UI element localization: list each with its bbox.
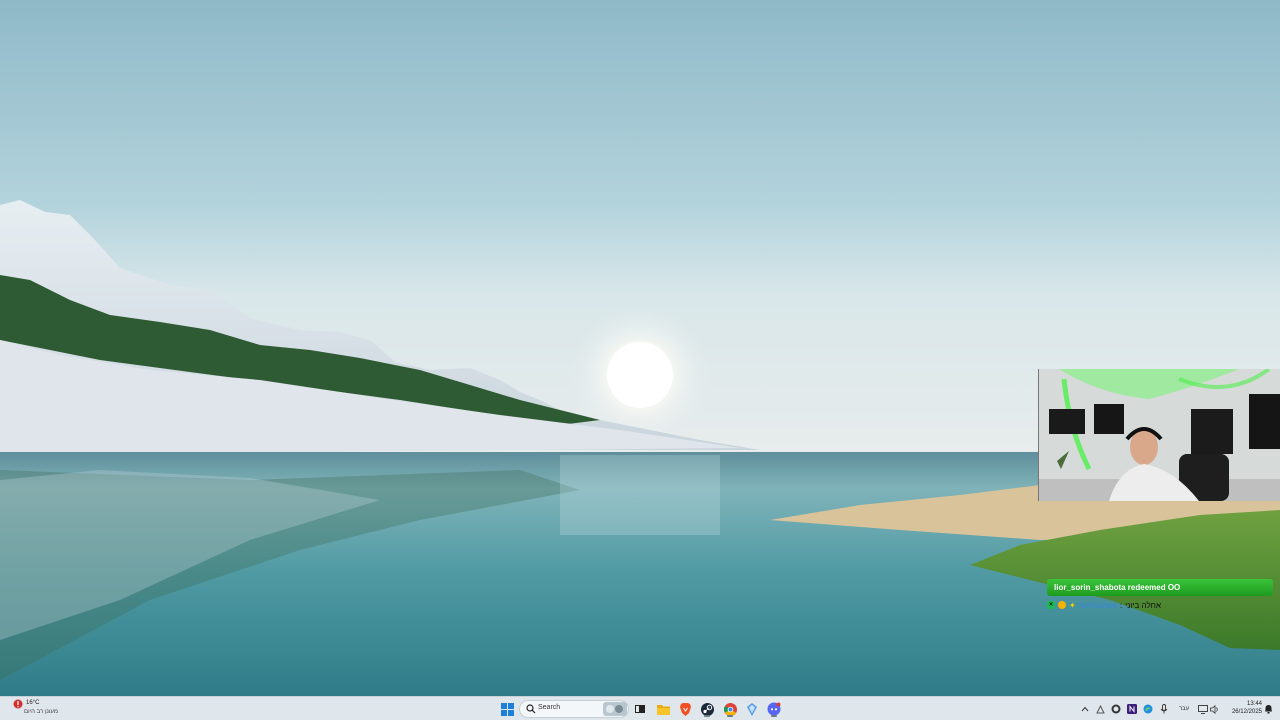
microphone-icon (1160, 704, 1168, 714)
weather-temperature: 16°C (26, 700, 40, 706)
keyboard-language-button[interactable]: עבר (1174, 700, 1194, 718)
tray-app-4[interactable] (1142, 700, 1154, 718)
windows-logo-icon (500, 702, 514, 716)
weather-widget[interactable]: 16°C מעונן רב היום (10, 698, 80, 720)
weather-alert-icon (13, 699, 23, 709)
steam-running-indicator (704, 715, 710, 717)
edge-icon (1143, 704, 1153, 714)
tray-app-2[interactable] (1110, 700, 1122, 718)
microphone-button[interactable] (1158, 700, 1170, 718)
keyboard-language-label: עבר (1178, 706, 1190, 712)
volume-button[interactable] (1209, 700, 1221, 718)
clock[interactable]: 13:44 26/12/2025 (1222, 700, 1262, 716)
app-tray-icon (1095, 704, 1105, 713)
search-highlight-image (603, 702, 627, 716)
discord-running-indicator (771, 715, 777, 717)
notifications-button[interactable] (1262, 700, 1274, 718)
chat-username: NetGames (1078, 600, 1117, 610)
network-monitor-icon (1198, 704, 1208, 714)
discord-icon (767, 702, 781, 716)
brave-browser-button[interactable] (677, 701, 693, 717)
notification-bell-icon (1264, 705, 1272, 714)
onenote-icon (1127, 704, 1137, 714)
start-button[interactable] (499, 701, 515, 717)
taskbar: 16°C מעונן רב היום Search עבר 13:44 26/1… (0, 696, 1280, 720)
task-view-button[interactable] (632, 701, 648, 717)
clock-date: 26/12/2025 (1231, 709, 1262, 715)
taskbar-search-box[interactable]: Search (519, 700, 629, 718)
chat-separator: : (1119, 600, 1123, 610)
chat-message: ✕ ✦ NetGames : אחלה ביוני (1047, 599, 1161, 611)
star-badge-icon: ✦ (1069, 600, 1076, 610)
copilot-button[interactable] (744, 701, 760, 717)
show-hidden-icons-button[interactable] (1079, 700, 1091, 718)
tray-app-3[interactable] (1126, 700, 1138, 718)
moderator-badge-icon: ✕ (1047, 601, 1055, 609)
weather-description: מעונן רב היום (24, 709, 58, 715)
obs-icon (1111, 704, 1121, 714)
search-placeholder: Search (538, 704, 561, 711)
brave-browser-icon (679, 702, 691, 716)
task-view-icon (635, 705, 645, 713)
discord-button[interactable] (766, 701, 782, 717)
speaker-icon (1210, 704, 1218, 714)
webcam-overlay (1038, 369, 1280, 501)
file-explorer-icon (656, 704, 670, 715)
network-button[interactable] (1197, 700, 1209, 718)
steam-button[interactable] (699, 701, 715, 717)
chrome-running-indicator (727, 715, 733, 717)
tray-app-1[interactable] (1094, 700, 1106, 718)
chevron-up-icon (1081, 706, 1089, 712)
clock-time: 13:44 (1246, 701, 1262, 707)
chat-redemption-banner: lior_sorin_shabota redeemed OO (1047, 579, 1273, 596)
steam-icon (700, 702, 714, 716)
file-explorer-button[interactable] (655, 701, 671, 717)
chrome-icon (723, 702, 737, 716)
chrome-button[interactable] (722, 701, 738, 717)
chat-message-text: אחלה ביוני (1125, 600, 1161, 610)
copilot-icon (747, 702, 757, 716)
search-icon (526, 704, 536, 714)
streamer-webcam-image (1039, 369, 1280, 501)
coin-badge-icon (1058, 601, 1066, 609)
